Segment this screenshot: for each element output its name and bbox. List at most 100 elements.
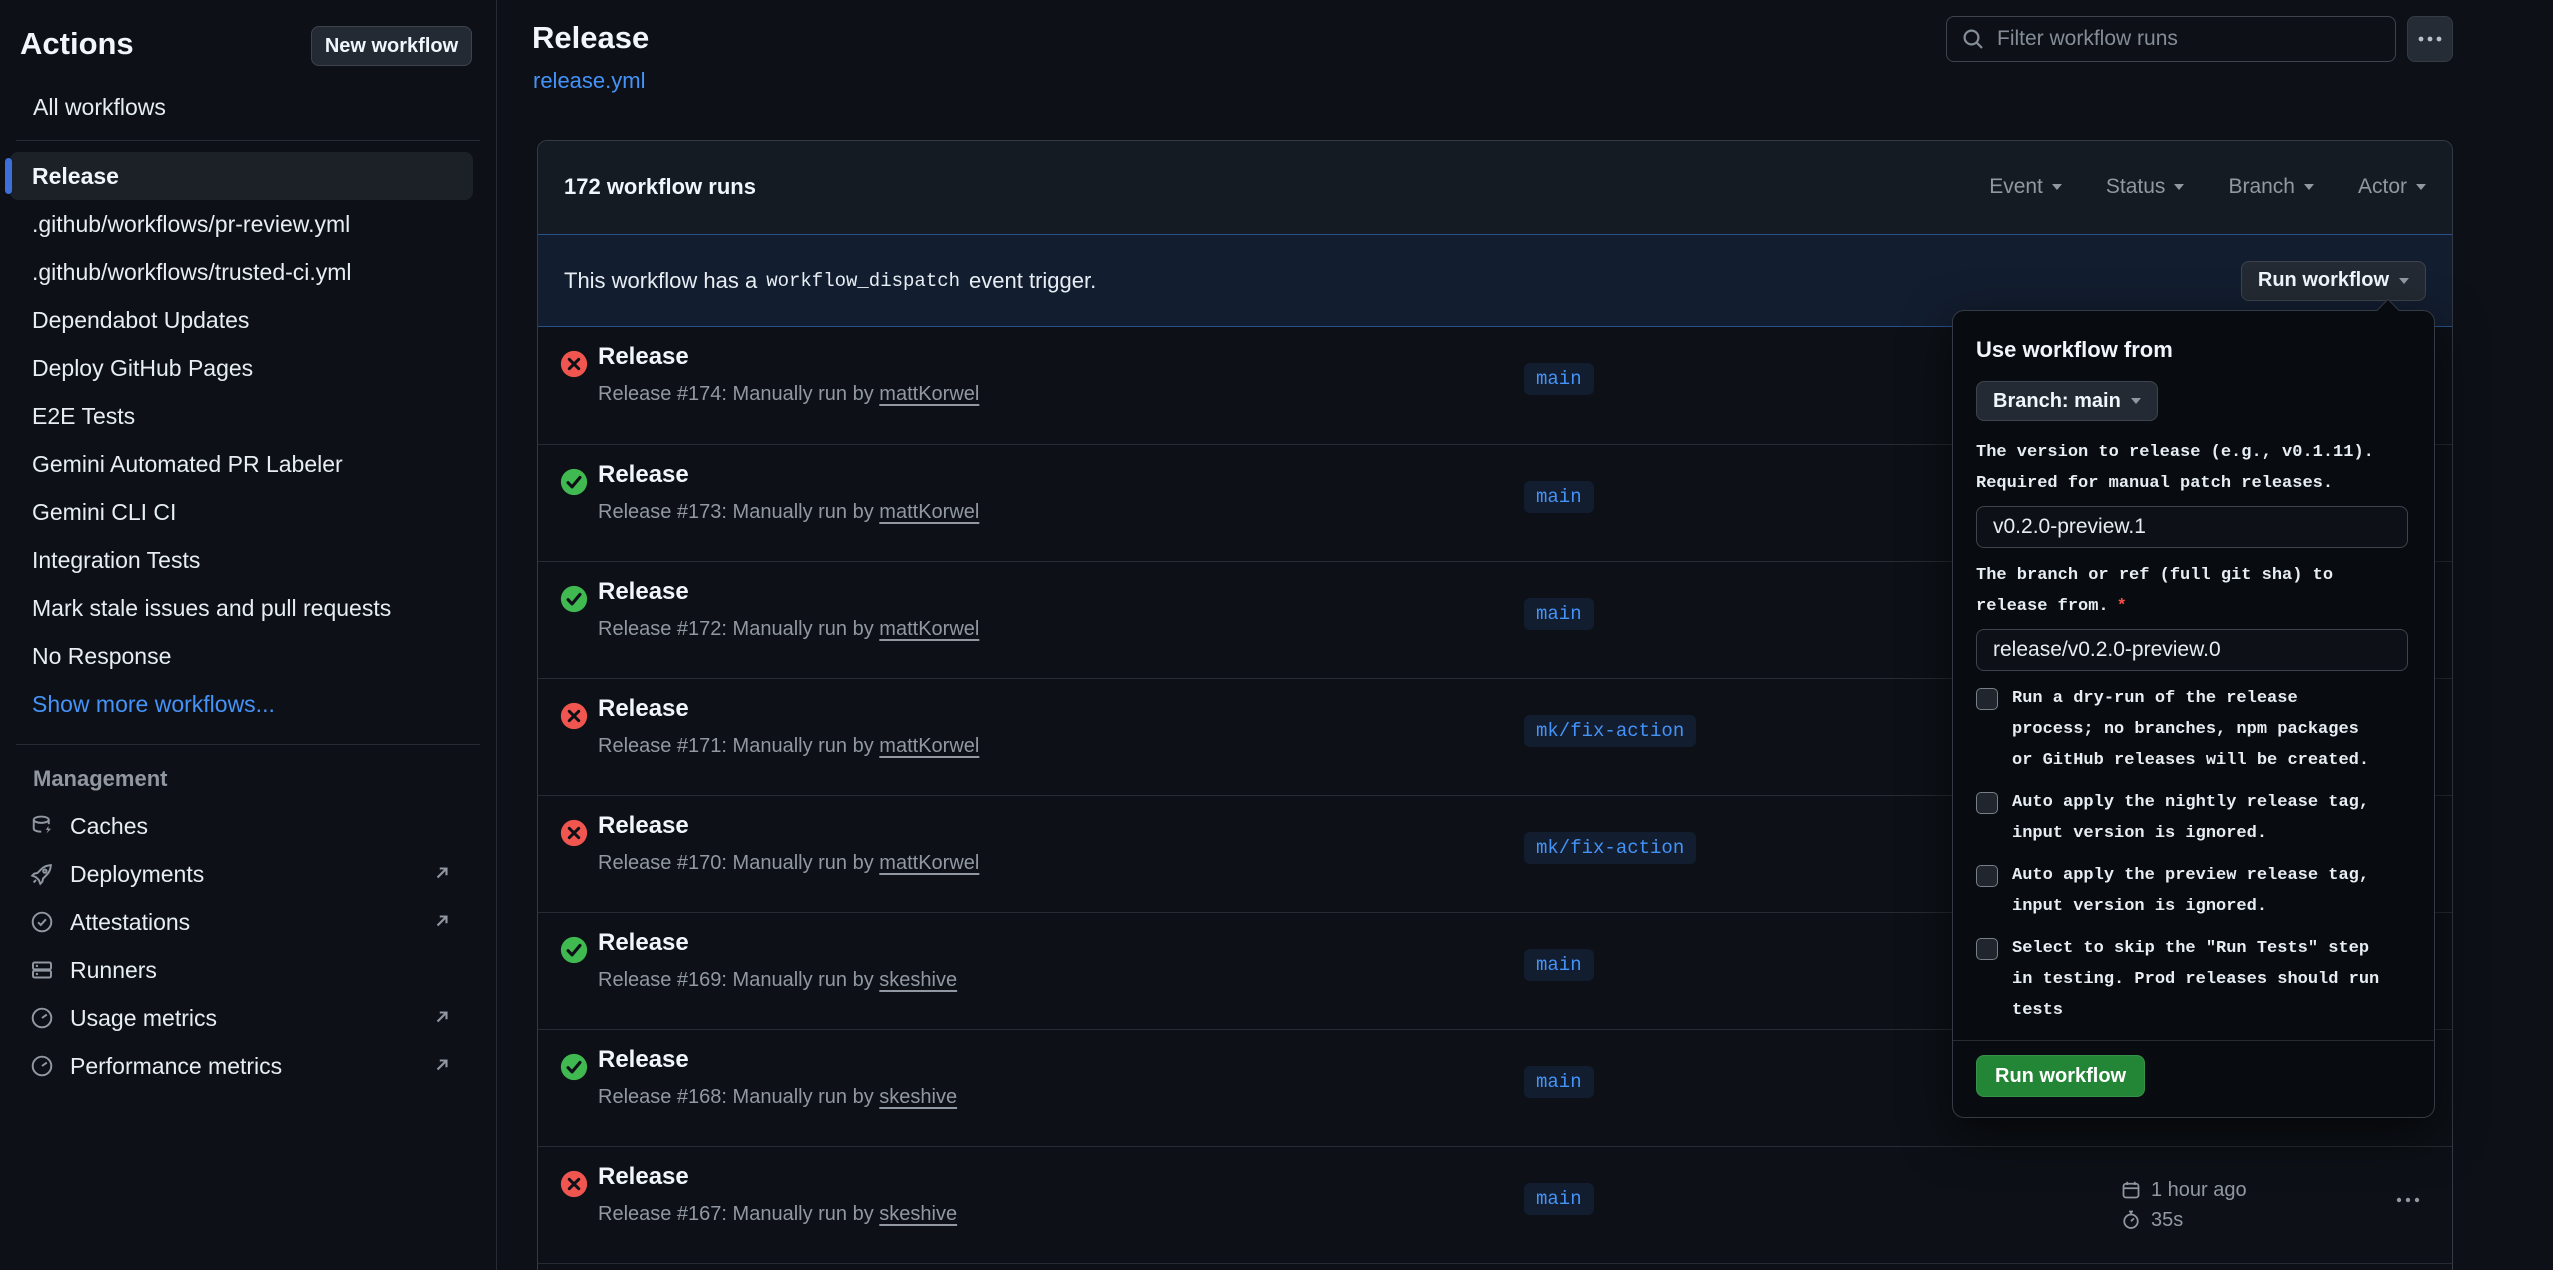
run-duration: 35s [2151,1209,2183,1232]
success-status-icon [560,585,588,613]
branch-badge[interactable]: main [1524,598,1594,630]
sidebar-item-integration-tests[interactable]: Integration Tests [10,536,473,584]
kebab-horizontal-icon [2396,1197,2420,1203]
sidebar-item-deployments[interactable]: Deployments [10,850,473,898]
run-workflow-dropdown-button[interactable]: Run workflow [2241,261,2426,301]
branch-badge[interactable]: main [1524,1183,1594,1215]
actor-link[interactable]: mattKorwel [879,501,979,523]
cache-database-icon [30,814,54,838]
run-description: Release #173: Manually run by mattKorwel [598,501,979,524]
run-description: Release #168: Manually run by skeshive [598,1086,957,1109]
workflow-file-link[interactable]: release.yml [533,68,645,94]
chevron-down-icon [2131,398,2141,404]
sidebar-item-no-response[interactable]: No Response [10,632,473,680]
popup-footer: Run workflow [1953,1040,2434,1097]
run-title-link[interactable]: Release [598,812,689,840]
branch-badge[interactable]: main [1524,949,1594,981]
sidebar-item-pr-review[interactable]: .github/workflows/pr-review.yml [10,200,473,248]
sidebar-item-usage-metrics[interactable]: Usage metrics [10,994,473,1042]
calendar-icon [2121,1180,2141,1200]
sidebar-item-caches[interactable]: Caches [10,802,473,850]
runs-count: 172 workflow runs [564,174,756,200]
selected-indicator-bar [5,158,12,194]
filter-workflow-runs-box [1946,16,2396,62]
run-title-link[interactable]: Release [598,929,689,957]
checkbox[interactable] [1976,688,1998,710]
run-workflow-submit-button[interactable]: Run workflow [1976,1055,2145,1097]
run-title-link[interactable]: Release [598,578,689,606]
status-filter-dropdown[interactable]: Status [2106,175,2185,199]
actor-link[interactable]: mattKorwel [879,852,979,874]
run-title-link[interactable]: Release [598,1163,689,1191]
actor-link[interactable]: skeshive [879,1086,957,1108]
sidebar-item-gemini-cli-ci[interactable]: Gemini CLI CI [10,488,473,536]
popup-heading: Use workflow from [1976,337,2408,363]
branch-badge[interactable]: main [1524,1066,1594,1098]
filter-workflow-runs-input[interactable] [1997,27,2381,51]
sidebar-title: Actions [20,26,134,62]
preview-tag-checkbox-row[interactable]: Auto apply the preview release tag, inpu… [1976,860,2408,922]
run-description: Release #167: Manually run by skeshive [598,1203,957,1226]
sidebar-item-gemini-pr-labeler[interactable]: Gemini Automated PR Labeler [10,440,473,488]
sidebar-divider [16,140,480,141]
sidebar-item-trusted-ci[interactable]: .github/workflows/trusted-ci.yml [10,248,473,296]
actor-link[interactable]: mattKorwel [879,735,979,757]
sidebar-item-dependabot-updates[interactable]: Dependabot Updates [10,296,473,344]
sidebar-item-mark-stale[interactable]: Mark stale issues and pull requests [10,584,473,632]
verified-badge-icon [30,910,54,934]
chevron-down-icon [2052,184,2062,190]
page-kebab-menu-button[interactable] [2407,16,2453,62]
run-description: Release #174: Manually run by mattKorwel [598,383,979,406]
run-title-link[interactable]: Release [598,695,689,723]
actor-link[interactable]: skeshive [879,969,957,991]
checkbox-label: Auto apply the nightly release tag, inpu… [2012,787,2369,849]
external-link-icon [433,1056,451,1074]
run-title-link[interactable]: Release [598,343,689,371]
dry-run-checkbox-row[interactable]: Run a dry-run of the release process; no… [1976,683,2408,776]
checkbox[interactable] [1976,865,1998,887]
workflow-dispatch-code: workflow_dispatch [766,270,960,292]
run-title-link[interactable]: Release [598,1046,689,1074]
rocket-icon [30,862,54,886]
actor-link[interactable]: mattKorwel [879,618,979,640]
checkbox[interactable] [1976,938,1998,960]
failure-status-icon [560,819,588,847]
branch-badge[interactable]: mk/fix-action [1524,832,1696,864]
sidebar-item-performance-metrics[interactable]: Performance metrics [10,1042,473,1090]
meter-icon [30,1054,54,1078]
branch-filter-dropdown[interactable]: Branch [2228,175,2314,199]
nightly-tag-checkbox-row[interactable]: Auto apply the nightly release tag, inpu… [1976,787,2408,849]
run-kebab-menu-button[interactable] [2390,1185,2426,1212]
run-time: 1 hour ago [2151,1179,2247,1202]
stopwatch-icon [2121,1210,2141,1230]
version-input[interactable] [1976,506,2408,548]
branch-badge[interactable]: main [1524,363,1594,395]
success-status-icon [560,936,588,964]
sidebar-item-runners[interactable]: Runners [10,946,473,994]
failure-status-icon [560,350,588,378]
sidebar-item-deploy-github-pages[interactable]: Deploy GitHub Pages [10,344,473,392]
run-description: Release #170: Manually run by mattKorwel [598,852,979,875]
run-description: Release #171: Manually run by mattKorwel [598,735,979,758]
sidebar-item-e2e-tests[interactable]: E2E Tests [10,392,473,440]
ref-input[interactable] [1976,629,2408,671]
skip-tests-checkbox-row[interactable]: Select to skip the "Run Tests" step in t… [1976,933,2408,1026]
event-filter-dropdown[interactable]: Event [1989,175,2062,199]
all-workflows-link[interactable]: All workflows [33,94,166,121]
checkbox[interactable] [1976,792,1998,814]
sidebar-item-attestations[interactable]: Attestations [10,898,473,946]
run-title-link[interactable]: Release [598,461,689,489]
show-more-workflows-link[interactable]: Show more workflows... [10,680,473,728]
actor-link[interactable]: skeshive [879,1203,957,1225]
branch-badge[interactable]: mk/fix-action [1524,715,1696,747]
sidebar-item-release[interactable]: Release [10,152,473,200]
chevron-down-icon [2399,278,2409,284]
branch-badge[interactable]: main [1524,481,1594,513]
actor-filter-dropdown[interactable]: Actor [2358,175,2426,199]
actor-link[interactable]: mattKorwel [879,383,979,405]
branch-selector-button[interactable]: Branch: main [1976,381,2158,421]
run-workflow-popup: Use workflow from Branch: main The versi… [1952,310,2435,1118]
server-icon [30,958,54,982]
chevron-down-icon [2174,184,2184,190]
new-workflow-button[interactable]: New workflow [311,26,472,66]
